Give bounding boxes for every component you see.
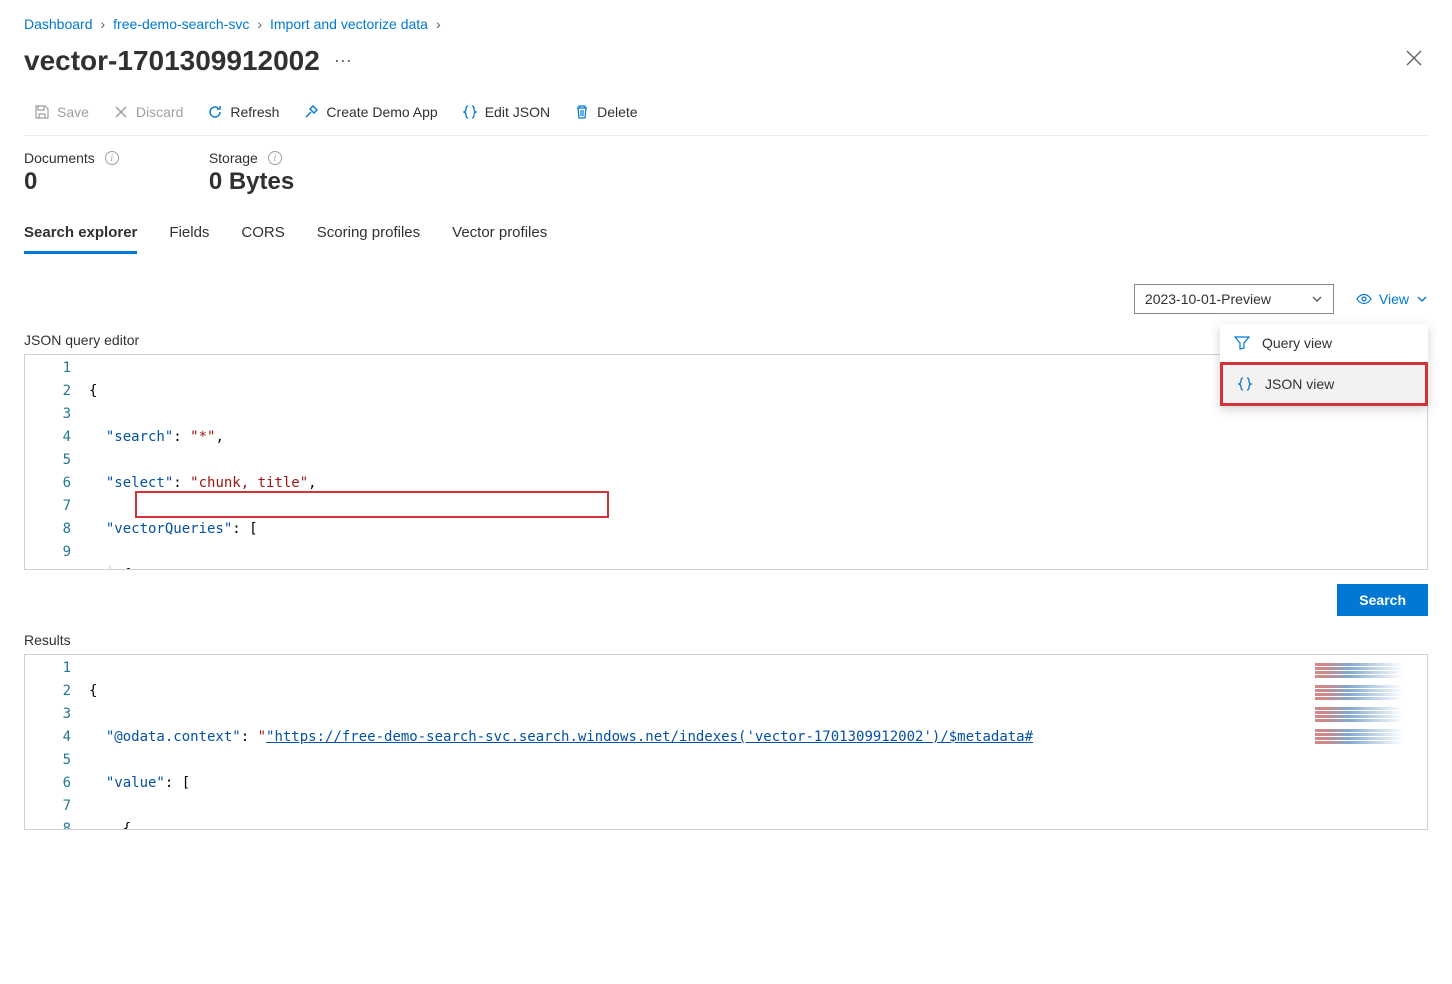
tab-cors[interactable]: CORS xyxy=(241,216,284,254)
minimap[interactable] xyxy=(1315,657,1425,747)
tabs: Search explorer Fields CORS Scoring prof… xyxy=(24,216,1428,254)
tab-scoring-profiles[interactable]: Scoring profiles xyxy=(317,216,420,254)
discard-button: Discard xyxy=(103,99,193,125)
gutter: 12345678910 xyxy=(25,355,85,569)
save-icon xyxy=(34,104,50,120)
json-query-editor-label: JSON query editor xyxy=(24,332,1428,348)
tools-icon xyxy=(303,104,319,120)
view-menu: Query view JSON view xyxy=(1220,324,1428,406)
save-button: Save xyxy=(24,99,99,125)
create-demo-app-button[interactable]: Create Demo App xyxy=(293,99,447,125)
chevron-right-icon: › xyxy=(436,16,441,32)
refresh-icon xyxy=(207,104,223,120)
storage-label: Storage xyxy=(209,150,258,166)
stats-row: Documents i 0 Storage i 0 Bytes xyxy=(24,136,1428,216)
more-actions-button[interactable]: ··· xyxy=(334,50,352,71)
api-version-dropdown[interactable]: 2023-10-01-Preview xyxy=(1134,284,1334,314)
discard-icon xyxy=(113,104,129,120)
code-body[interactable]: { "@odata.context": ""https://free-demo-… xyxy=(85,655,1427,829)
breadcrumb-service[interactable]: free-demo-search-svc xyxy=(113,16,249,32)
breadcrumb-dashboard[interactable]: Dashboard xyxy=(24,16,93,32)
command-bar: Save Discard Refresh Create Demo App Edi… xyxy=(24,99,1428,136)
menu-item-query-view[interactable]: Query view xyxy=(1220,324,1428,362)
storage-value: 0 Bytes xyxy=(209,168,294,196)
tab-vector-profiles[interactable]: Vector profiles xyxy=(452,216,547,254)
info-icon[interactable]: i xyxy=(105,151,119,165)
chevron-right-icon: › xyxy=(101,16,106,32)
menu-item-json-view[interactable]: JSON view xyxy=(1220,362,1428,406)
breadcrumb: Dashboard › free-demo-search-svc › Impor… xyxy=(24,0,1428,40)
json-query-editor[interactable]: 12345678910 { "search": "*", "select": "… xyxy=(24,354,1428,570)
braces-icon xyxy=(462,104,478,120)
filter-icon xyxy=(1234,335,1250,351)
edit-json-button[interactable]: Edit JSON xyxy=(452,99,560,125)
chevron-down-icon xyxy=(1311,293,1323,305)
breadcrumb-wizard[interactable]: Import and vectorize data xyxy=(270,16,428,32)
tab-fields[interactable]: Fields xyxy=(169,216,209,254)
results-label: Results xyxy=(24,632,1428,648)
documents-label: Documents xyxy=(24,150,95,166)
tab-search-explorer[interactable]: Search explorer xyxy=(24,216,137,254)
chevron-right-icon: › xyxy=(257,16,262,32)
trash-icon xyxy=(574,104,590,120)
results-editor[interactable]: 12345678 { "@odata.context": ""https://f… xyxy=(24,654,1428,830)
search-button[interactable]: Search xyxy=(1337,584,1428,616)
view-button[interactable]: View xyxy=(1356,291,1428,307)
close-button[interactable] xyxy=(1400,44,1428,77)
delete-button[interactable]: Delete xyxy=(564,99,647,125)
braces-icon xyxy=(1237,376,1253,392)
documents-value: 0 xyxy=(24,168,119,196)
page-title: vector-1701309912002 xyxy=(24,45,320,77)
refresh-button[interactable]: Refresh xyxy=(197,99,289,125)
gutter: 12345678 xyxy=(25,655,85,829)
eye-icon xyxy=(1356,291,1372,307)
info-icon[interactable]: i xyxy=(268,151,282,165)
highlight-annotation xyxy=(135,491,609,518)
chevron-down-icon xyxy=(1416,293,1428,305)
